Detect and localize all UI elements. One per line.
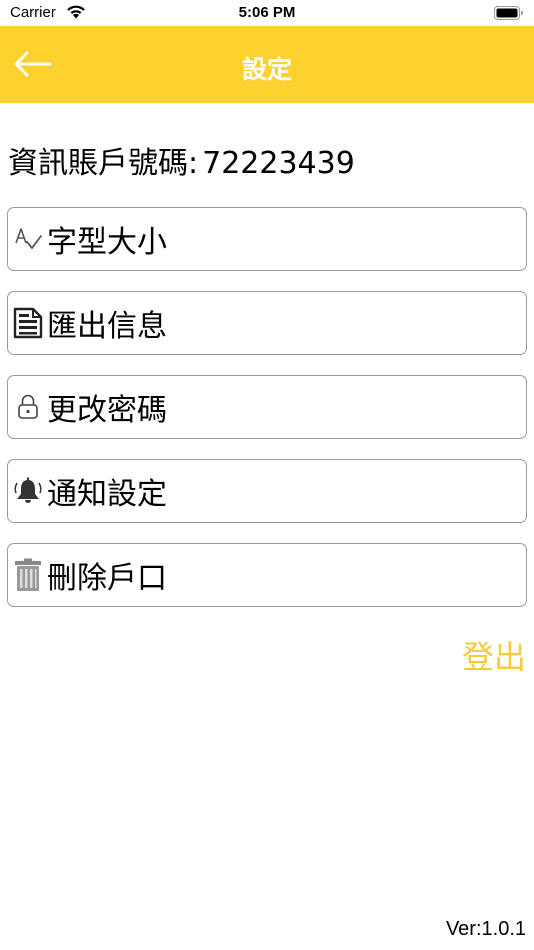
account-number-row: 資訊賬戶號碼: 72223439 xyxy=(8,138,355,182)
logout-button[interactable]: 登出 xyxy=(462,632,526,678)
nav-bar: 設定 xyxy=(0,26,534,103)
battery-icon xyxy=(494,6,523,20)
change-password-button[interactable]: 更改密碼 xyxy=(7,375,527,439)
bell-icon xyxy=(10,473,46,509)
account-label: 資訊賬戶號碼 xyxy=(8,146,188,181)
font-size-button[interactable]: 字型大小 xyxy=(7,207,527,271)
menu-item-label: 通知設定 xyxy=(47,477,167,512)
status-bar: Carrier 5:06 PM xyxy=(0,0,534,26)
menu-item-label: 匯出信息 xyxy=(47,309,167,344)
notification-settings-button[interactable]: 通知設定 xyxy=(7,459,527,523)
delete-account-button[interactable]: 刪除戶口 xyxy=(7,543,527,607)
document-icon xyxy=(10,305,46,341)
lock-icon xyxy=(10,389,46,425)
menu-item-label: 更改密碼 xyxy=(47,393,167,428)
clock: 5:06 PM xyxy=(238,4,296,21)
trash-icon xyxy=(10,557,46,593)
page-title: 設定 xyxy=(241,55,292,84)
export-messages-button[interactable]: 匯出信息 xyxy=(7,291,527,355)
arrow-left-icon xyxy=(14,51,52,77)
menu-item-label: 刪除戶口 xyxy=(47,561,167,596)
version-label: Ver:1.0.1 xyxy=(445,918,526,940)
menu-item-label: 字型大小 xyxy=(47,225,167,260)
back-button[interactable] xyxy=(8,44,56,84)
font-size-icon xyxy=(10,221,46,257)
account-number: 72223439 xyxy=(202,146,355,181)
account-separator: : xyxy=(188,146,199,181)
